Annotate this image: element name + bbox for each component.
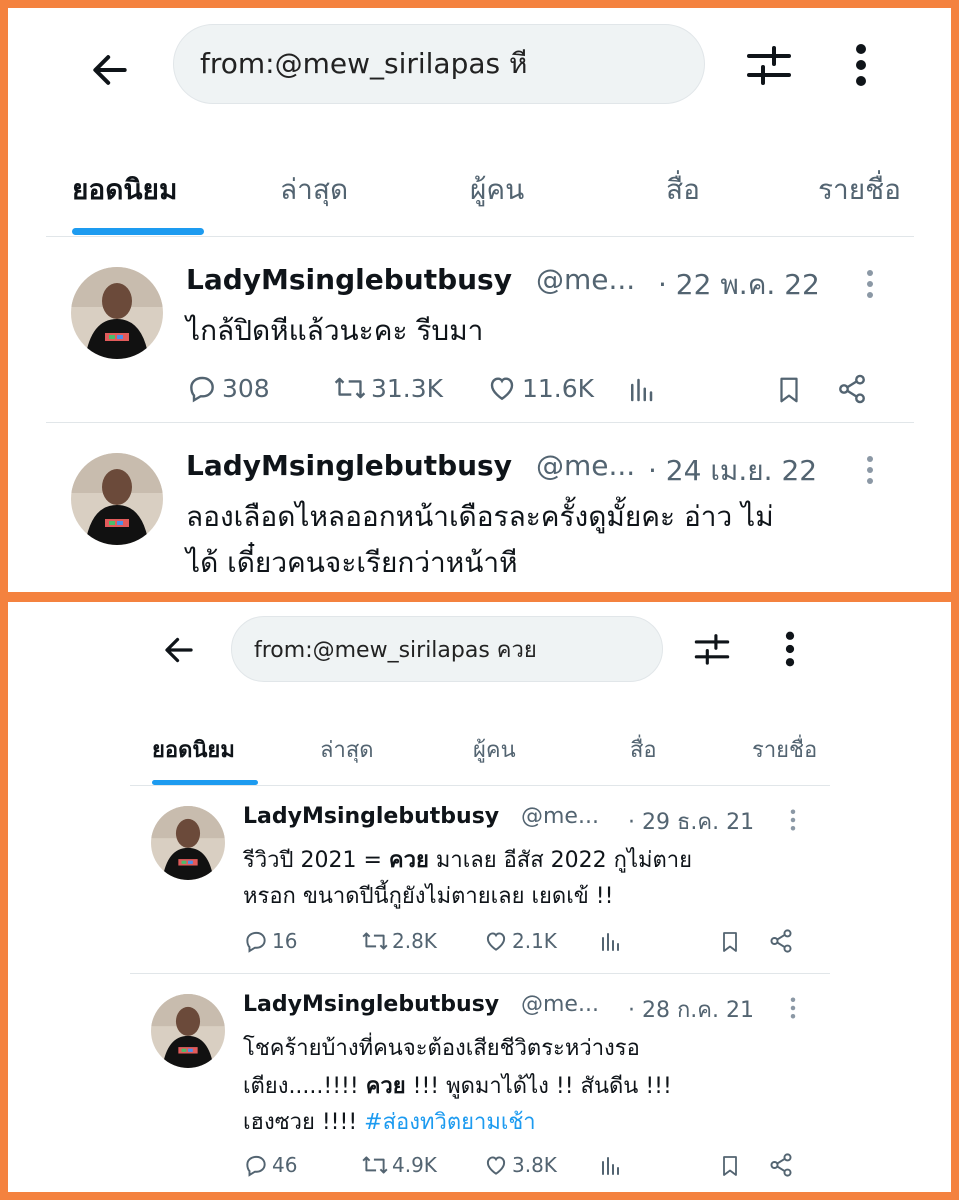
highlighted-keyword: ควย — [365, 1074, 406, 1099]
tweet-more-icon[interactable] — [790, 996, 796, 1020]
views-icon[interactable] — [598, 1154, 622, 1178]
tab-media[interactable]: สื่อ — [666, 168, 700, 212]
tweet-more-icon[interactable] — [790, 808, 796, 832]
tab-lists[interactable]: รายชื่อ — [818, 168, 901, 212]
share-icon[interactable] — [836, 373, 868, 405]
reply-icon — [246, 931, 266, 953]
like-button[interactable]: 3.8K — [483, 1152, 557, 1178]
share-icon[interactable] — [768, 1152, 794, 1178]
avatar[interactable] — [151, 806, 225, 880]
tweet-date[interactable]: · 22 พ.ค. 22 — [658, 263, 820, 307]
reply-count: 308 — [222, 373, 270, 403]
retweet-count: 2.8K — [392, 929, 437, 953]
reply-count: 46 — [272, 1153, 298, 1177]
back-arrow-icon[interactable] — [88, 48, 132, 92]
tweet[interactable]: LadyMsinglebutbusy @me... · 29 ธ.ค. 21 ร… — [8, 786, 951, 972]
like-count: 3.8K — [512, 1153, 557, 1177]
reply-icon — [190, 376, 214, 403]
tweet-more-icon[interactable] — [866, 455, 874, 485]
like-icon — [486, 1156, 506, 1175]
avatar[interactable] — [151, 994, 225, 1068]
author-handle[interactable]: @me... — [536, 263, 635, 296]
search-input[interactable]: from:@mew_sirilapas ควย — [231, 616, 663, 682]
active-tab-indicator — [72, 228, 204, 235]
more-vertical-icon[interactable] — [854, 42, 868, 88]
retweet-icon — [362, 932, 388, 950]
reply-count: 16 — [272, 929, 298, 953]
views-icon[interactable] — [598, 930, 622, 954]
like-count: 2.1K — [512, 929, 557, 953]
author-handle[interactable]: @me... — [521, 804, 599, 829]
tweet-text: ไกล้ปิดหีแล้วนะคะ รีบมา — [186, 314, 484, 347]
author-name[interactable]: LadyMsinglebutbusy — [186, 449, 512, 482]
tweet[interactable]: LadyMsinglebutbusy @me... · 28 ก.ค. 21 โ… — [8, 974, 951, 1192]
retweet-icon — [334, 377, 366, 399]
tweet-text-line: หรอก ขนาดปีนี้กูยังไม่ตายเลย เยดเข้ !! — [243, 884, 614, 909]
like-button[interactable]: 2.1K — [483, 928, 557, 954]
tab-latest[interactable]: ล่าสุด — [320, 732, 374, 767]
tweet[interactable]: LadyMsinglebutbusy @me... · 22 พ.ค. 22 ไ… — [8, 237, 951, 427]
search-query-text: from:@mew_sirilapas หี — [200, 47, 528, 80]
tweet-more-icon[interactable] — [866, 269, 874, 299]
filter-sliders-icon[interactable] — [746, 44, 792, 86]
tweet-text-segment: เตียง.....!!!! — [243, 1074, 366, 1099]
retweet-button[interactable]: 4.9K — [361, 1152, 437, 1178]
back-arrow-icon[interactable] — [161, 632, 197, 668]
hashtag-link[interactable]: #ส่องทวิตยามเช้า — [364, 1110, 536, 1135]
retweet-count: 4.9K — [392, 1153, 437, 1177]
tweet-text-segment: !!! พูดมาได้ไง !! สันดีน !!! — [405, 1074, 672, 1099]
author-name[interactable]: LadyMsinglebutbusy — [243, 804, 499, 829]
reply-button[interactable]: 46 — [243, 1152, 297, 1178]
tweet-text-segment: เฮงซวย !!!! — [243, 1110, 365, 1135]
screenshot-panel-bottom: from:@mew_sirilapas ควย ยอดนิยม ล่าสุด ผ… — [8, 602, 951, 1192]
filter-sliders-icon[interactable] — [694, 632, 730, 666]
reply-icon — [246, 1155, 266, 1177]
tweet-text-line: รีวิวปี 2021 = ควย มาเลย อีสัส 2022 กูไม… — [243, 842, 692, 877]
tab-people[interactable]: ผู้คน — [473, 732, 516, 767]
tab-top[interactable]: ยอดนิยม — [72, 168, 177, 212]
tab-media[interactable]: สื่อ — [630, 732, 657, 767]
tweet-text-line: เฮงซวย !!!! #ส่องทวิตยามเช้า — [243, 1104, 536, 1139]
tweet[interactable]: LadyMsinglebutbusy @me... · 24 เม.ย. 22 … — [8, 423, 951, 592]
retweet-count: 31.3K — [371, 373, 444, 403]
reply-button[interactable]: 16 — [243, 928, 297, 954]
tab-top[interactable]: ยอดนิยม — [152, 732, 235, 767]
tweet-text-line: เตียง.....!!!! ควย !!! พูดมาได้ไง !! สัน… — [243, 1068, 672, 1103]
tweet-text-line: ได้ เดี๋ยวคนจะเรียกว่าหน้าหี — [186, 546, 518, 579]
bookmark-icon[interactable] — [718, 929, 742, 955]
tweet-text-line: ลองเลือดไหลออกหน้าเดือรละครั้งดูมั้ยคะ อ… — [186, 500, 774, 533]
screenshot-panel-top: from:@mew_sirilapas หี ยอดนิยม ล่าสุด ผู… — [8, 8, 951, 592]
tweet-date[interactable]: · 28 ก.ค. 21 — [628, 992, 754, 1027]
author-name[interactable]: LadyMsinglebutbusy — [243, 992, 499, 1017]
like-icon — [490, 377, 514, 401]
bookmark-icon[interactable] — [774, 374, 804, 406]
search-input[interactable]: from:@mew_sirilapas หี — [173, 24, 705, 104]
tweet-text-segment: มาเลย อีสัส 2022 กูไม่ตาย — [428, 848, 693, 873]
tweet-text-segment: รีวิวปี 2021 = — [243, 848, 389, 873]
highlighted-keyword: ควย — [388, 848, 429, 873]
retweet-icon — [362, 1156, 388, 1174]
retweet-button[interactable]: 2.8K — [361, 928, 437, 954]
like-button[interactable]: 11.6K — [486, 372, 594, 404]
avatar[interactable] — [71, 453, 163, 545]
tab-people[interactable]: ผู้คน — [470, 168, 524, 212]
tweet-text-line: โชคร้ายบ้างที่คนจะต้องเสียชีวิตระหว่างรอ — [243, 1036, 640, 1061]
author-handle[interactable]: @me... — [521, 992, 599, 1017]
bookmark-icon[interactable] — [718, 1153, 742, 1179]
reply-button[interactable]: 308 — [186, 372, 270, 404]
author-handle[interactable]: @me... — [536, 449, 635, 482]
share-icon[interactable] — [768, 928, 794, 954]
more-vertical-icon[interactable] — [784, 630, 796, 668]
tab-lists[interactable]: รายชื่อ — [752, 732, 817, 767]
like-icon — [486, 932, 506, 951]
views-icon[interactable] — [626, 375, 656, 405]
avatar[interactable] — [71, 267, 163, 359]
like-count: 11.6K — [522, 373, 595, 403]
tweet-date[interactable]: · 29 ธ.ค. 21 — [628, 804, 754, 839]
tab-latest[interactable]: ล่าสุด — [280, 168, 348, 212]
tweet-date[interactable]: · 24 เม.ย. 22 — [648, 449, 817, 493]
author-name[interactable]: LadyMsinglebutbusy — [186, 263, 512, 296]
search-query-text: from:@mew_sirilapas ควย — [254, 637, 537, 663]
retweet-button[interactable]: 31.3K — [333, 372, 443, 404]
